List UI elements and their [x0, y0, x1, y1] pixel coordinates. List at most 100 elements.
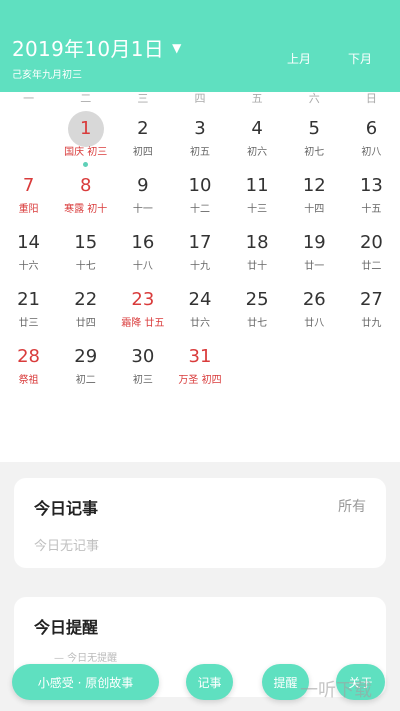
day-cell[interactable]: 25 廿七	[229, 281, 286, 338]
day-cell[interactable]: 2 初四	[114, 110, 171, 167]
weekday-label: 日	[365, 92, 377, 105]
day-number: 14	[17, 232, 41, 253]
day-number: 22	[74, 289, 98, 310]
day-number: 2	[137, 118, 149, 139]
day-cell[interactable]: 16 十八	[114, 224, 171, 281]
next-month-button[interactable]: 下月	[348, 50, 372, 67]
all-notes-link[interactable]: 所有	[338, 496, 366, 516]
day-number: 31	[188, 346, 212, 367]
lunar-day-label: 十三	[247, 204, 268, 215]
lunar-day-label: 廿八	[304, 318, 325, 329]
no-notes-text: 今日无记事	[34, 539, 100, 554]
day-cell[interactable]: 13 十五	[343, 167, 400, 224]
watermark: 一听下载	[300, 680, 372, 701]
day-cell[interactable]: 12 十四	[286, 167, 343, 224]
day-number: 10	[188, 175, 212, 196]
day-number: 3	[194, 118, 206, 139]
lunar-day-label: 霜降 廿五	[121, 318, 165, 329]
day-cell[interactable]: 3 初五	[171, 110, 228, 167]
weekday-label: 五	[251, 92, 263, 105]
lunar-day-label: 重阳	[18, 204, 39, 215]
reminder-hint: — 今日无提醒	[54, 653, 118, 664]
day-number: 4	[251, 118, 263, 139]
day-cell[interactable]: 19 廿一	[286, 224, 343, 281]
day-cell[interactable]: 6 初八	[343, 110, 400, 167]
day-number: 7	[22, 175, 35, 196]
weekday-label: 二	[80, 92, 92, 105]
lunar-day-label: 国庆 初三	[64, 147, 108, 158]
story-button[interactable]: 小感受 · 原创故事	[12, 664, 159, 700]
day-cell[interactable]: 18 廿十	[229, 224, 286, 281]
day-number: 12	[302, 175, 326, 196]
lunar-day-label: 廿七	[247, 318, 268, 329]
day-cell[interactable]: 17 十九	[171, 224, 228, 281]
day-cell[interactable]: 11 十三	[229, 167, 286, 224]
lunar-day-label: 十六	[18, 261, 39, 272]
day-number: 15	[74, 232, 98, 253]
day-number: 1	[79, 118, 92, 139]
caret-down-icon[interactable]: ▼	[172, 41, 182, 55]
day-cell[interactable]: 29 初二	[57, 338, 114, 395]
day-cell[interactable]: 15 十七	[57, 224, 114, 281]
lunar-day-label: 初五	[189, 147, 210, 158]
day-number: 6	[365, 118, 378, 139]
lunar-day-label: 廿六	[189, 318, 210, 329]
day-cell[interactable]: 28 祭祖	[0, 338, 57, 395]
day-number: 21	[17, 289, 41, 310]
day-number: 5	[308, 118, 320, 139]
calendar-grid: 1 国庆 初三 2 初四 3 初五 4 初六 5 初七 6 初八 7 重阳 8 寒露 初十 9 十一 10 十二 11 十…	[0, 110, 400, 395]
day-number: 11	[245, 175, 269, 196]
today-notes-card: 今日记事 所有 今日无记事	[14, 478, 386, 568]
lunar-day-label: 廿一	[304, 261, 325, 272]
lunar-day-label: 寒露 初十	[64, 204, 108, 215]
day-cell[interactable]: 10 十二	[171, 167, 228, 224]
day-number: 18	[245, 232, 269, 253]
lunar-day-label: 初八	[361, 147, 382, 158]
day-number: 27	[359, 289, 383, 310]
date-picker-toggle[interactable]: 2019年10月1日 ▼	[12, 33, 182, 62]
day-number: 19	[302, 232, 326, 253]
day-cell[interactable]: 1 国庆 初三	[57, 110, 114, 167]
lunar-day-label: 初七	[304, 147, 325, 158]
day-number: 8	[79, 175, 92, 196]
day-cell[interactable]: 30 初三	[114, 338, 171, 395]
current-date-title[interactable]: 2019年10月1日	[12, 33, 164, 62]
day-cell[interactable]: 14 十六	[0, 224, 57, 281]
calendar: 一 二 三 四 五 六 日 1 国庆 初三 2 初四 3 初五 4 初六 5 初七 6 初八 7 重阳 8 寒露 初十 9 十…	[0, 92, 400, 462]
day-cell[interactable]: 20 廿二	[343, 224, 400, 281]
lunar-day-label: 初三	[132, 375, 153, 386]
day-cell[interactable]: 24 廿六	[171, 281, 228, 338]
weekday-label: 一	[23, 92, 35, 105]
day-cell[interactable]: 8 寒露 初十	[57, 167, 114, 224]
lunar-day-label: 十二	[189, 204, 210, 215]
lunar-day-label: 初二	[75, 375, 96, 386]
day-number: 28	[17, 346, 41, 367]
today-reminders-title: 今日提醒	[34, 618, 99, 637]
lunar-day-label: 廿二	[361, 261, 382, 272]
day-cell[interactable]: 7 重阳	[0, 167, 57, 224]
day-cell[interactable]: 9 十一	[114, 167, 171, 224]
lunar-day-label: 十五	[361, 204, 382, 215]
day-number: 25	[245, 289, 269, 310]
day-cell[interactable]: 27 廿九	[343, 281, 400, 338]
day-cell[interactable]: 22 廿四	[57, 281, 114, 338]
day-cell[interactable]: 23 霜降 廿五	[114, 281, 171, 338]
lunar-day-label: 十一	[132, 204, 153, 215]
day-cell[interactable]: 26 廿八	[286, 281, 343, 338]
day-cell[interactable]: 31 万圣 初四	[171, 338, 228, 395]
day-number: 20	[359, 232, 383, 253]
lunar-day-label: 初四	[132, 147, 153, 158]
lunar-day-label: 祭祖	[18, 375, 39, 386]
lunar-date-label: 己亥年九月初三	[12, 70, 82, 81]
day-cell[interactable]: 5 初七	[286, 110, 343, 167]
day-cell[interactable]: 21 廿三	[0, 281, 57, 338]
weekday-label: 六	[308, 92, 320, 105]
prev-month-button[interactable]: 上月	[287, 50, 311, 67]
day-number: 9	[137, 175, 149, 196]
day-cell[interactable]: 4 初六	[229, 110, 286, 167]
add-note-button[interactable]: 记事	[186, 664, 233, 700]
day-number: 24	[188, 289, 212, 310]
day-number: 30	[131, 346, 155, 367]
lunar-day-label: 万圣 初四	[178, 375, 222, 386]
lunar-day-label: 廿九	[361, 318, 382, 329]
